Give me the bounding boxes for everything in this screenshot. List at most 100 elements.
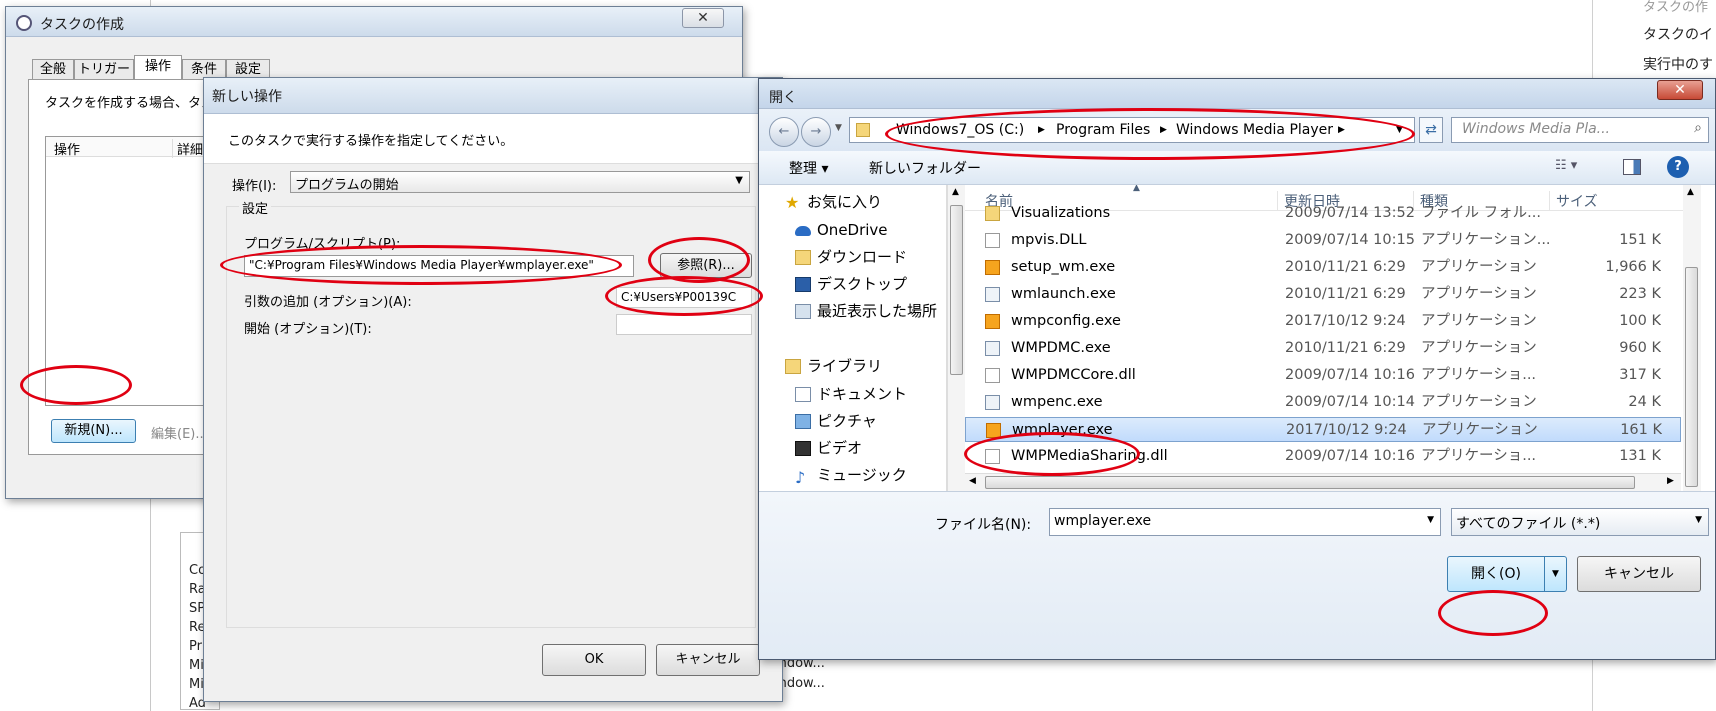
program-input[interactable]: "C:¥Program Files¥Windows Media Player¥w… (244, 255, 634, 277)
chevron-right-icon[interactable]: ▶ (1160, 118, 1167, 142)
exe-file-icon (985, 395, 1000, 410)
tab-general[interactable]: 全般 (32, 59, 74, 80)
forward-button[interactable]: → (801, 117, 831, 147)
args-input[interactable]: C:¥Users¥P00139C (616, 287, 752, 308)
ok-button[interactable]: OK (542, 644, 646, 676)
filename-value: wmplayer.exe (1054, 513, 1152, 529)
chevron-down-icon[interactable]: ▼ (835, 123, 842, 133)
scroll-left-icon[interactable]: ◀ (969, 476, 976, 486)
view-icon[interactable]: ☷ ▾ (1555, 158, 1577, 173)
address-bar[interactable]: Windows7_OS (C:) ▶ Program Files ▶ Windo… (849, 117, 1415, 143)
h-scroll-thumb[interactable] (985, 476, 1635, 489)
exe-file-icon (985, 260, 1000, 275)
bg-list-cell: Pr (189, 639, 202, 654)
help-icon[interactable]: ? (1667, 156, 1689, 178)
new-action-dialog: 新しい操作 このタスクで実行する操作を指定してください。 操作(I): プログラ… (203, 77, 783, 702)
file-row[interactable]: wmpconfig.exe 2017/10/12 9:24 アプリケーション 100 … (965, 309, 1681, 334)
file-row[interactable]: WMPMediaSharing.dll 2009/07/14 10:16 アプリケー… (965, 444, 1681, 469)
chevron-right-icon[interactable]: ▶ (1338, 118, 1345, 142)
open-button[interactable]: 開く(O) ▼ (1447, 556, 1567, 592)
clock-icon (16, 15, 32, 31)
file-row[interactable]: WMPDMC.exe 2010/11/21 6:29 アプリケーション 960 K (965, 336, 1681, 361)
file-date: 2010/11/21 6:29 (1285, 259, 1406, 275)
file-row[interactable]: WMPDMCCore.dll 2009/07/14 10:16 アプリケーショ...… (965, 363, 1681, 388)
file-date: 2010/11/21 6:29 (1285, 340, 1406, 356)
command-bar: 整理 ▾ 新しいフォルダー ☷ ▾ ? (759, 151, 1715, 185)
breadcrumb-drive[interactable]: Windows7_OS (C:) (896, 118, 1024, 142)
close-button[interactable]: ✕ (682, 8, 724, 28)
action-select[interactable]: プログラムの開始 ▼ (290, 171, 750, 193)
search-icon: ⌕ (1694, 120, 1702, 136)
exe-file-icon (985, 341, 1000, 356)
file-name: mpvis.DLL (1011, 232, 1087, 248)
split-arrow-icon[interactable]: ▼ (1544, 557, 1566, 591)
nav-libraries[interactable]: ライブラリ (775, 353, 935, 380)
action-select-value: プログラムの開始 (295, 178, 399, 193)
refresh-button[interactable]: ⇄ (1419, 117, 1443, 143)
scroll-up-icon[interactable]: ▲ (1687, 187, 1694, 197)
file-row[interactable]: wmlaunch.exe 2010/11/21 6:29 アプリケーション 223 K (965, 282, 1681, 307)
back-button[interactable]: ← (769, 117, 799, 147)
column-detail[interactable]: 詳細 (172, 139, 203, 158)
close-button[interactable]: ✕ (1657, 80, 1703, 100)
chevron-down-icon[interactable]: ▼ (1396, 118, 1403, 142)
music-icon: ♪ (795, 468, 806, 487)
scroll-right-icon[interactable]: ▶ (1667, 476, 1674, 486)
preview-pane-icon[interactable] (1623, 159, 1641, 175)
nav-scroll-thumb[interactable] (950, 205, 963, 375)
tab-description: タスクを作成する場合、タス (45, 96, 215, 111)
nav-videos[interactable]: ビデオ (785, 435, 945, 462)
create-task-titlebar: タスクの作成 ✕ (6, 7, 742, 37)
nav-pictures[interactable]: ピクチャ (785, 408, 945, 435)
dll-file-icon (985, 233, 1000, 248)
organize-button[interactable]: 整理 ▾ (789, 158, 828, 178)
file-type: アプリケーション... (1421, 232, 1551, 248)
instruction-panel: このタスクで実行する操作を指定してください。 (204, 114, 782, 164)
edit-button[interactable]: 編集(E)... (151, 423, 208, 442)
breadcrumb-wmp[interactable]: Windows Media Player (1176, 118, 1333, 142)
bg-right-item[interactable]: タスクのイ (1643, 24, 1713, 44)
filter-value: すべてのファイル (*.*) (1456, 516, 1601, 532)
cancel-button[interactable]: キャンセル (1577, 556, 1701, 592)
chevron-right-icon[interactable]: ▶ (1038, 118, 1045, 142)
bg-right-item[interactable]: 実行中のす (1643, 54, 1713, 74)
column-action[interactable]: 操作 (54, 139, 80, 158)
nav-onedrive[interactable]: OneDrive (785, 217, 945, 244)
start-input[interactable] (616, 314, 752, 335)
nav-music[interactable]: ♪ ミュージック (785, 462, 945, 489)
file-type-filter[interactable]: すべてのファイル (*.*) ▼ (1451, 508, 1709, 536)
nav-documents[interactable]: ドキュメント (785, 381, 945, 408)
filename-input[interactable]: wmplayer.exe ▼ (1049, 508, 1441, 536)
file-type: アプリケーション (1421, 313, 1537, 329)
file-row[interactable]: wmpenc.exe 2009/07/14 10:14 アプリケーション 24 K (965, 390, 1681, 415)
cloud-icon (795, 226, 811, 236)
file-name: wmlaunch.exe (1011, 286, 1116, 302)
file-name: setup_wm.exe (1011, 259, 1116, 275)
args-label: 引数の追加 (オプション)(A): (244, 295, 412, 310)
file-scroll-thumb[interactable] (1685, 267, 1698, 487)
scroll-up-icon[interactable]: ▲ (952, 187, 959, 197)
file-row[interactable]: Visualizations 2009/07/14 13:52 ファイル フォル..… (965, 201, 1681, 226)
nav-desktop[interactable]: デスクトップ (785, 271, 945, 298)
tab-strip: 全般 トリガー 操作 条件 設定 (28, 55, 728, 81)
file-size: 317 K (1619, 367, 1661, 383)
nav-downloads[interactable]: ダウンロード (785, 244, 945, 271)
search-input[interactable]: Windows Media Pla... ⌕ (1451, 117, 1709, 143)
file-row[interactable]: setup_wm.exe 2010/11/21 6:29 アプリケーション 1,966… (965, 255, 1681, 280)
cancel-button[interactable]: キャンセル (656, 644, 760, 676)
tab-triggers[interactable]: トリガー (74, 59, 134, 80)
bg-right-item[interactable]: タスクの作 (1643, 0, 1708, 15)
horizontal-scrollbar[interactable]: ◀ ▶ (965, 473, 1681, 491)
new-button[interactable]: 新規(N)... (51, 419, 136, 443)
nav-favorites[interactable]: ★ お気に入り (775, 189, 935, 216)
file-type: アプリケーション (1421, 394, 1537, 410)
file-date: 2017/10/12 9:24 (1286, 422, 1407, 438)
nav-recent[interactable]: 最近表示した場所 (785, 298, 946, 325)
breadcrumb-program-files[interactable]: Program Files (1056, 118, 1150, 142)
new-folder-button[interactable]: 新しいフォルダー (869, 158, 981, 178)
start-label: 開始 (オプション)(T): (244, 322, 372, 337)
browse-button[interactable]: 参照(R)... (660, 253, 752, 278)
tab-actions[interactable]: 操作 (134, 55, 182, 81)
file-row[interactable]: mpvis.DLL 2009/07/14 10:15 アプリケーション... 151 … (965, 228, 1681, 253)
file-row[interactable]: wmplayer.exe 2017/10/12 9:24 アプリケーション 161 K (965, 417, 1681, 442)
